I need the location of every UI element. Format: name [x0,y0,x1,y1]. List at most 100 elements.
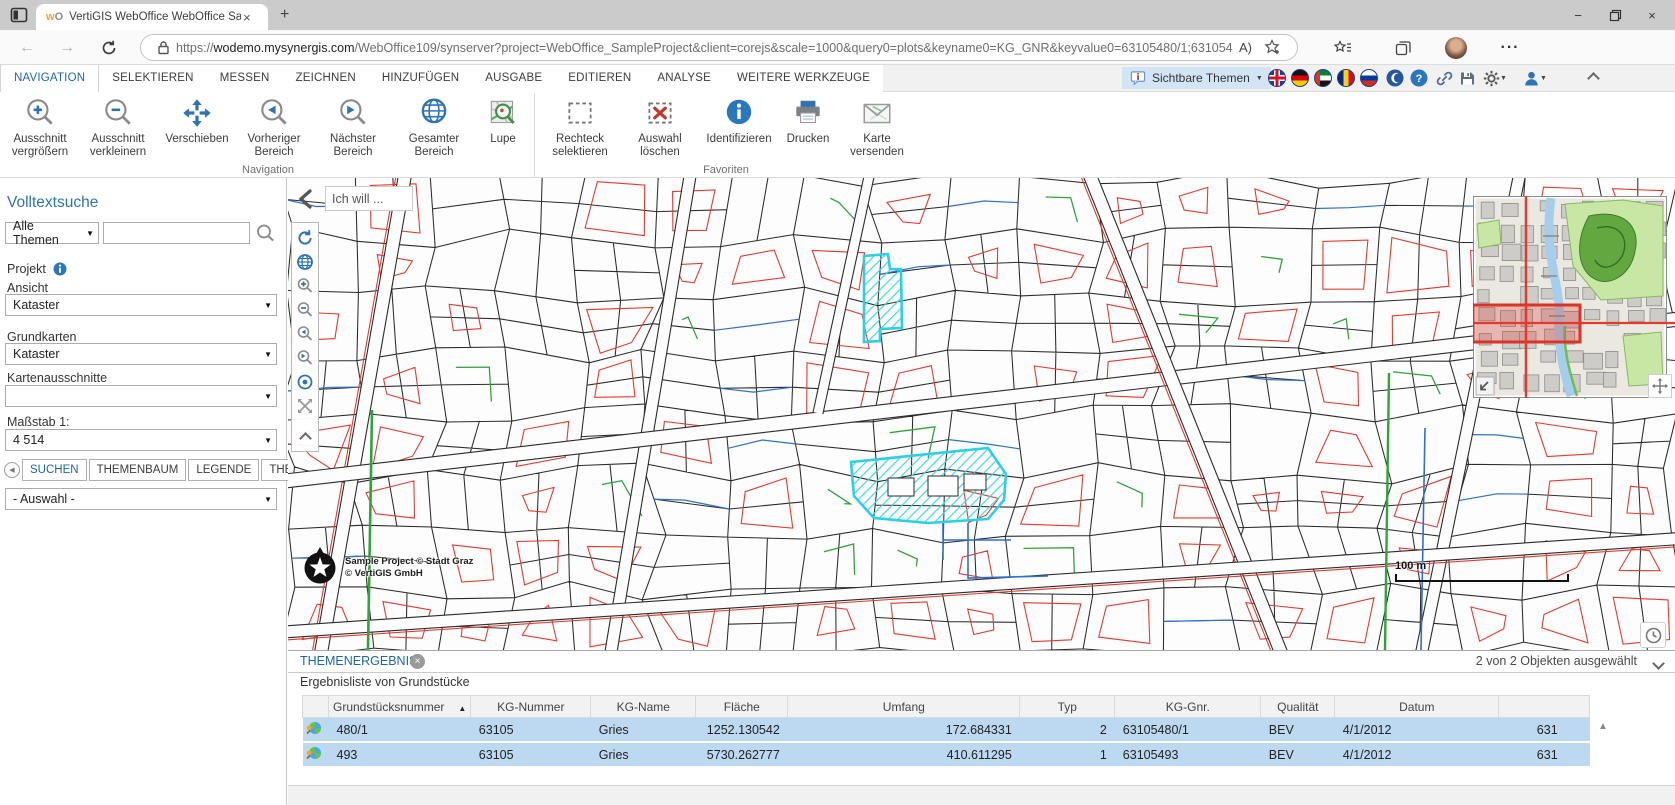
window-restore-button[interactable] [1598,0,1632,30]
new-tab-button[interactable]: + [280,4,289,26]
ribbon-tab-navigation[interactable]: NAVIGATION [0,65,99,92]
column-extra[interactable] [1499,696,1590,718]
settings-button[interactable]: ▼ [1480,68,1510,88]
flag-german-button[interactable] [1291,69,1309,87]
ribbon-tab-selektieren[interactable]: SELEKTIEREN [99,65,206,92]
column-kg-name[interactable]: KG-Name [591,696,696,718]
result-row[interactable]: 480/1 63105 Gries 1252.130542 172.684331… [303,718,1590,743]
table-scroll-up-button[interactable]: ▲ [1598,721,1608,732]
user-icon [1523,70,1540,87]
results-close-icon[interactable]: × [410,654,425,669]
overview-map[interactable] [1473,196,1675,398]
group-label-navigation: Navigation [2,164,534,176]
search-button[interactable] [256,224,275,243]
ribbon-tab-hinzufuegen[interactable]: HINZUFÜGEN [369,65,472,92]
favorites-button[interactable] [1330,35,1356,61]
magnifier-tool[interactable]: Lupe [474,92,532,159]
visible-themes-dropdown[interactable]: Sichtbare Themen ▼ [1122,67,1271,89]
send-map-tool[interactable]: Karte versenden [837,92,917,159]
result-row[interactable]: 493 63105 Gries 5730.262777 410.611295 1… [303,742,1590,767]
view-select[interactable]: Kataster ▼ [5,294,277,316]
previous-extent-tool[interactable]: Vorheriger Bereich [236,92,312,159]
save-button[interactable] [1457,68,1477,88]
selection-status: 2 von 2 Objekten ausgewählt [1476,651,1637,672]
read-aloud-button[interactable]: A) [1239,40,1252,55]
flag-crescent-button[interactable] [1385,68,1405,88]
project-info-icon[interactable] [53,262,67,276]
column-grundstuecksnummer[interactable]: Grundstücksnummer▲ [329,696,471,718]
ribbon-tab-zeichnen[interactable]: ZEICHNEN [282,65,368,92]
map-zoom-out-button[interactable] [294,298,316,322]
column-flaeche[interactable]: Fläche [696,696,788,718]
full-extent-tool[interactable]: Gesamter Bereich [394,92,474,159]
ribbon-tab-ausgabe[interactable]: AUSGABE [472,65,555,92]
sidebar-tab-themenbaum[interactable]: THEMENBAUM [89,459,187,481]
map-refresh-button[interactable] [294,226,316,250]
zoom-to-object-icon[interactable] [303,718,329,743]
pan-tool[interactable]: Verschieben [158,92,236,159]
print-tool[interactable]: Drucken [779,92,837,159]
url-bar[interactable]: https://wodemo.mysynergis.com/WebOffice1… [140,34,1298,61]
collapse-sidebar-button[interactable] [296,188,316,210]
browser-tab[interactable]: wO VertiGIS WebOffice WebOffice Sa × [36,4,268,30]
user-menu-button[interactable]: ▼ [1520,68,1550,88]
history-clock-button[interactable] [1640,622,1666,648]
map-next-extent-button[interactable] [294,346,316,370]
column-qualitaet[interactable]: Qualität [1261,696,1335,718]
help-button[interactable]: ? [1409,68,1429,88]
i-want-to-input[interactable] [325,186,413,211]
overview-map-handle[interactable] [1648,374,1672,398]
flag-russian-button[interactable] [1360,69,1378,87]
identify-tool[interactable]: Identifizieren [699,92,779,159]
selection-select[interactable]: - Auswahl - ▼ [5,488,277,510]
zoom-in-tool[interactable]: Ausschnitt vergrößern [2,92,78,159]
flag-arabic-button[interactable] [1314,69,1332,87]
fulltext-search-title: Volltextsuche [7,194,98,212]
map-full-extent-button[interactable] [294,250,316,274]
sidebar-tab-legende[interactable]: LEGENDE [188,459,259,481]
map-panel-collapse-button[interactable] [294,426,316,450]
flag-romanian-button[interactable] [1337,69,1355,87]
back-button[interactable]: ← [14,35,40,61]
window-minimize-button[interactable]: − [1561,0,1595,30]
zoom-to-object-icon[interactable] [303,742,329,767]
profile-avatar[interactable] [1443,35,1469,61]
crescent-icon [1386,69,1404,87]
map-zoom-in-button[interactable] [294,274,316,298]
tab-actions-icon[interactable] [10,6,28,24]
map-center-button[interactable] [294,370,316,394]
column-datum[interactable]: Datum [1335,696,1499,718]
results-collapse-button[interactable] [1654,655,1663,673]
column-umfang[interactable]: Umfang [788,696,1020,718]
tabs-scroll-left-button[interactable]: ◀ [4,462,20,478]
column-kg-gnr[interactable]: KG-Gnr. [1115,696,1261,718]
zoom-out-tool[interactable]: Ausschnitt verkleinern [78,92,158,159]
map-previous-extent-button[interactable] [294,322,316,346]
refresh-button[interactable] [96,35,122,61]
ribbon-tab-messen[interactable]: MESSEN [207,65,283,92]
collapse-ribbon-button[interactable] [1583,68,1603,88]
clear-selection-tool[interactable]: Auswahl löschen [621,92,699,159]
column-kg-nummer[interactable]: KG-Nummer [471,696,591,718]
next-extent-tool[interactable]: Nächster Bereich [312,92,394,159]
basemap-select[interactable]: Kataster ▼ [5,343,277,365]
search-scope-select[interactable]: Alle Themen ▼ [5,222,99,244]
more-menu-button[interactable]: ··· [1497,35,1523,61]
forward-button[interactable]: → [54,35,80,61]
results-tab-themenergebnis[interactable]: THEMENERGEBNIS [300,651,417,672]
ribbon-tab-editieren[interactable]: EDITIEREN [555,65,644,92]
flag-english-button[interactable] [1268,69,1286,87]
sidebar-tab-suchen[interactable]: SUCHEN [22,459,87,481]
add-favorite-icon[interactable] [1264,39,1281,56]
scale-select[interactable]: 4 514 ▼ [5,429,277,451]
select-rectangle-tool[interactable]: Rechteck selektieren [539,92,621,159]
window-close-button[interactable]: × [1635,0,1669,30]
tab-close-icon[interactable]: × [243,10,251,25]
column-typ[interactable]: Typ [1020,696,1115,718]
collections-button[interactable] [1390,35,1416,61]
map-canvas[interactable]: Sample Project © Stadt Graz © VertiGIS G… [288,178,1675,650]
map-fit-button[interactable] [294,394,316,418]
search-input[interactable] [103,222,250,244]
link-button[interactable] [1434,68,1454,88]
map-extent-select[interactable]: ▼ [5,385,277,407]
